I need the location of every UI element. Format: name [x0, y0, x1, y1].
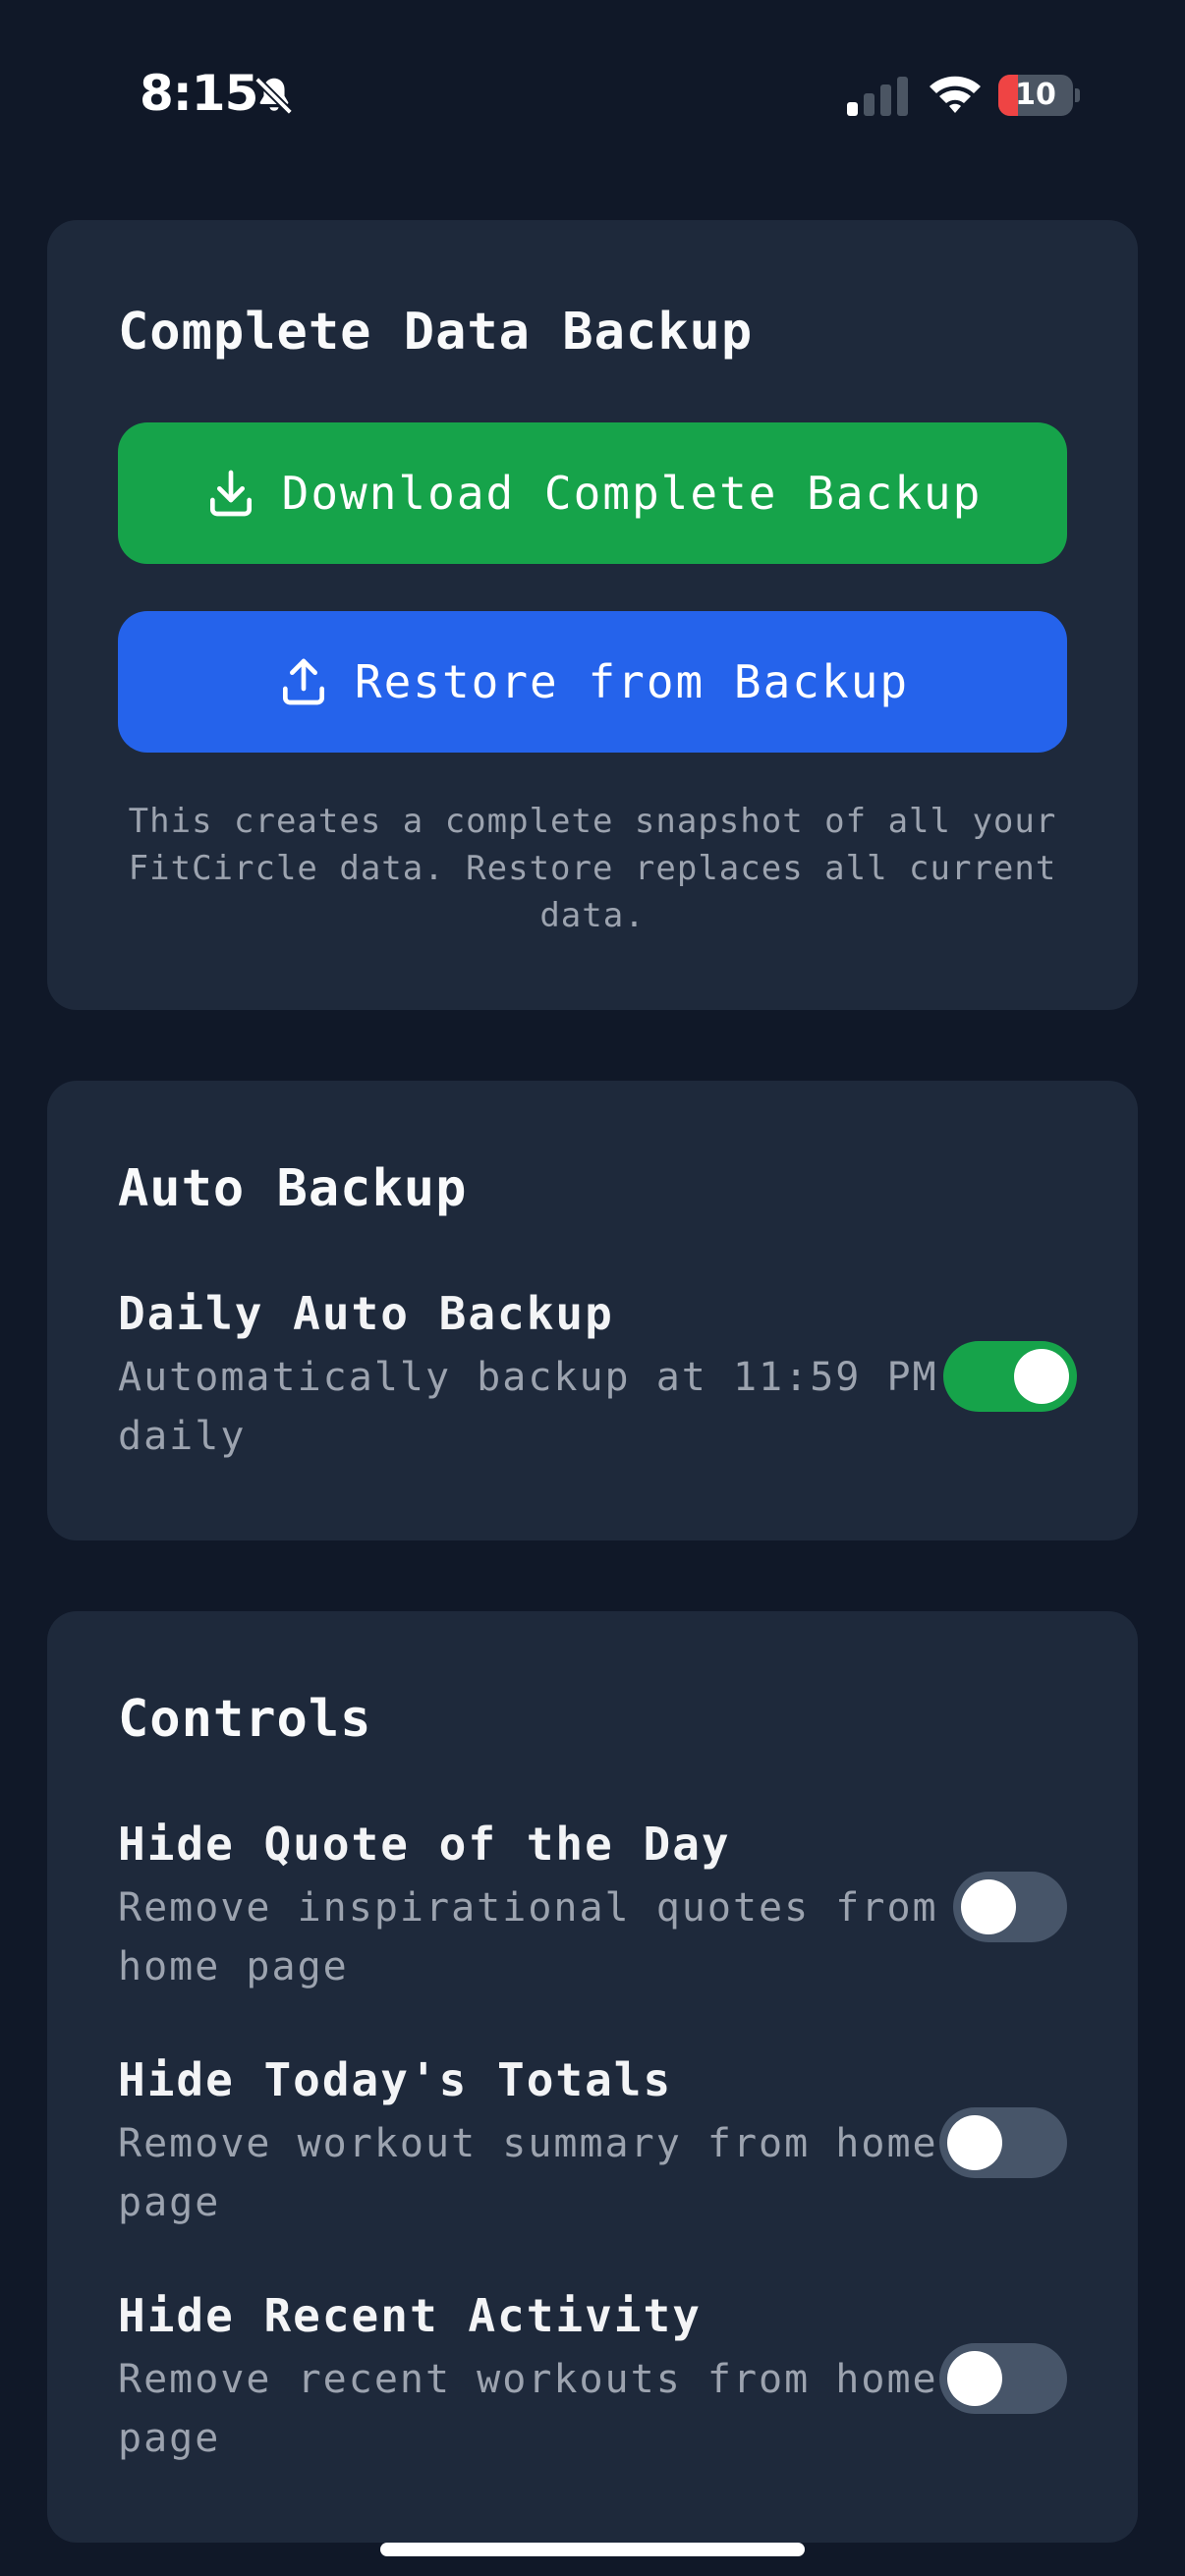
battery-icon: 10 — [998, 75, 1080, 116]
download-icon — [209, 470, 252, 517]
auto-backup-card-title: Auto Backup — [118, 1159, 468, 1218]
hide-quote-toggle[interactable] — [953, 1872, 1067, 1942]
hide-activity-toggle[interactable] — [939, 2343, 1067, 2414]
status-time: 8:15 — [140, 65, 258, 122]
hide-totals-description: Remove workout summary from home page — [118, 2121, 938, 2225]
backup-card-title: Complete Data Backup — [118, 303, 754, 362]
toggle-knob — [961, 1879, 1016, 1934]
hide-totals-title: Hide Today's Totals — [118, 2053, 673, 2106]
daily-auto-backup-title: Daily Auto Backup — [118, 1287, 614, 1340]
backup-card: Complete Data Backup Download Complete B… — [47, 220, 1138, 1010]
restore-backup-button[interactable]: Restore from Backup — [118, 611, 1067, 753]
toggle-knob — [947, 2115, 1002, 2170]
restore-backup-label: Restore from Backup — [354, 655, 910, 708]
wifi-icon — [930, 76, 981, 113]
controls-card-title: Controls — [118, 1690, 372, 1749]
upload-icon — [282, 658, 324, 705]
hide-activity-description: Remove recent workouts from home page — [118, 2357, 938, 2461]
controls-card: Controls Hide Quote of the Day Remove in… — [47, 1611, 1138, 2543]
cellular-signal-icon — [847, 77, 908, 116]
backup-note: This creates a complete snapshot of all … — [128, 802, 1057, 935]
toggle-knob — [947, 2351, 1002, 2406]
bell-slash-icon — [254, 76, 294, 115]
home-indicator[interactable] — [380, 2543, 805, 2556]
toggle-knob — [1014, 1349, 1069, 1404]
hide-totals-toggle[interactable] — [939, 2107, 1067, 2178]
status-bar: 8:15 10 — [0, 0, 1185, 196]
hide-quote-title: Hide Quote of the Day — [118, 1818, 731, 1871]
battery-level: 10 — [1015, 78, 1056, 112]
download-backup-button[interactable]: Download Complete Backup — [118, 422, 1067, 564]
download-backup-label: Download Complete Backup — [281, 467, 983, 520]
daily-auto-backup-description: Automatically backup at 11:59 PM daily — [118, 1355, 938, 1459]
hide-activity-title: Hide Recent Activity — [118, 2289, 702, 2342]
auto-backup-card: Auto Backup Daily Auto Backup Automatica… — [47, 1081, 1138, 1540]
daily-auto-backup-toggle[interactable] — [943, 1341, 1077, 1412]
hide-quote-description: Remove inspirational quotes from home pa… — [118, 1885, 938, 1989]
